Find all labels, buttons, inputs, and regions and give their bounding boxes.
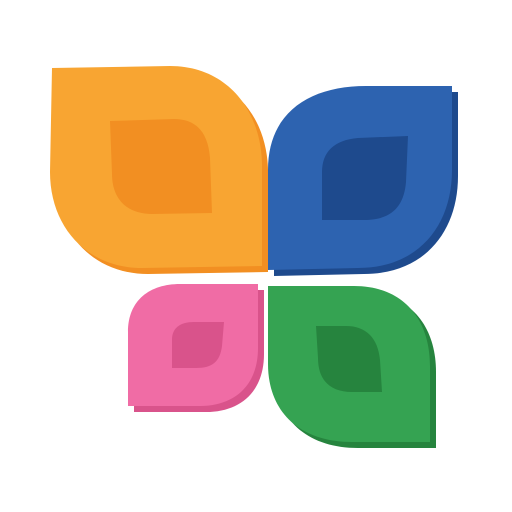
green-petal-icon xyxy=(268,286,436,448)
pink-petal-icon xyxy=(128,284,264,412)
flower-logo-icon xyxy=(0,0,512,512)
orange-petal-icon xyxy=(50,66,269,274)
blue-petal-icon xyxy=(268,86,458,276)
